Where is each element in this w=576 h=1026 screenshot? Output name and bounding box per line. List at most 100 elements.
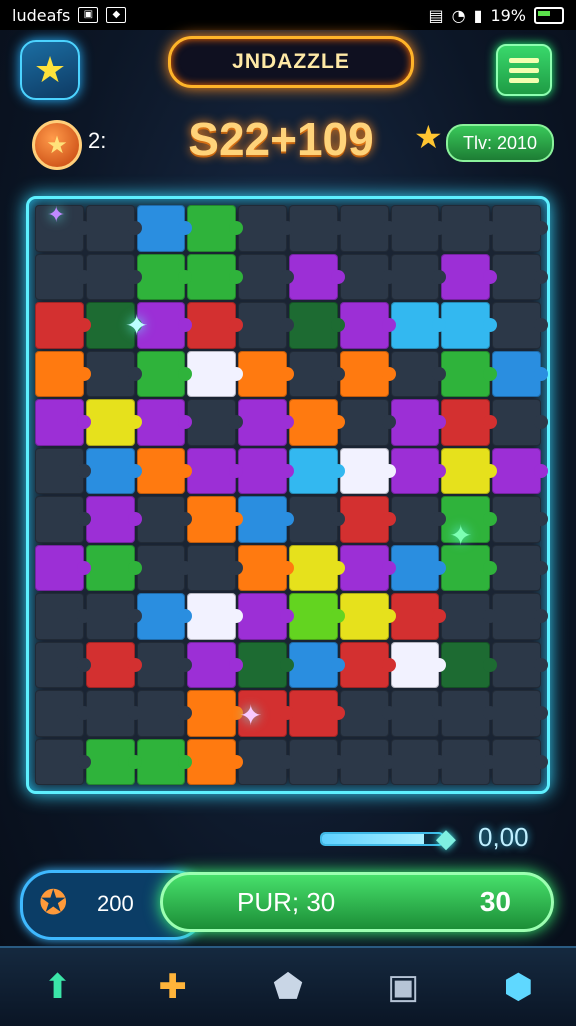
puzzle-piece[interactable] [187, 690, 243, 737]
puzzle-piece[interactable] [35, 350, 91, 397]
star-button[interactable]: ★ [20, 40, 80, 100]
puzzle-piece[interactable] [339, 641, 396, 688]
puzzle-piece[interactable] [136, 738, 193, 785]
puzzle-piece[interactable] [288, 399, 345, 446]
puzzle-piece[interactable] [187, 447, 243, 494]
puzzle-piece[interactable] [492, 641, 548, 688]
puzzle-piece[interactable] [238, 350, 294, 397]
puzzle-piece[interactable] [187, 544, 243, 591]
puzzle-piece[interactable] [390, 350, 447, 397]
puzzle-piece[interactable] [492, 350, 548, 397]
puzzle-piece[interactable] [85, 350, 142, 397]
puzzle-piece[interactable] [441, 205, 497, 252]
puzzle-piece[interactable] [339, 253, 396, 300]
puzzle-piece[interactable] [492, 690, 548, 737]
puzzle-piece[interactable] [85, 205, 142, 252]
puzzle-piece[interactable] [441, 253, 497, 300]
nav-puzzle[interactable]: ✚ [143, 957, 203, 1017]
puzzle-piece[interactable] [390, 205, 447, 252]
puzzle-piece[interactable] [288, 496, 345, 543]
puzzle-piece[interactable] [85, 544, 142, 591]
puzzle-piece[interactable] [288, 302, 345, 349]
puzzle-piece[interactable] [390, 544, 447, 591]
puzzle-piece[interactable] [35, 593, 91, 640]
puzzle-piece[interactable] [187, 399, 243, 446]
puzzle-piece[interactable] [238, 738, 294, 785]
puzzle-piece[interactable] [85, 253, 142, 300]
puzzle-piece[interactable] [187, 302, 243, 349]
puzzle-piece[interactable] [339, 302, 396, 349]
puzzle-piece[interactable] [238, 253, 294, 300]
puzzle-piece[interactable] [238, 205, 294, 252]
puzzle-piece[interactable] [492, 544, 548, 591]
puzzle-piece[interactable] [339, 350, 396, 397]
puzzle-piece[interactable] [441, 738, 497, 785]
puzzle-piece[interactable] [187, 738, 243, 785]
puzzle-piece[interactable] [339, 593, 396, 640]
nav-backpack[interactable]: ▣ [373, 957, 433, 1017]
puzzle-piece[interactable] [35, 738, 91, 785]
puzzle-piece[interactable] [136, 690, 193, 737]
puzzle-piece[interactable] [390, 641, 447, 688]
puzzle-piece[interactable] [238, 641, 294, 688]
puzzle-piece[interactable] [238, 399, 294, 446]
puzzle-piece[interactable] [441, 641, 497, 688]
puzzle-piece[interactable] [339, 690, 396, 737]
puzzle-piece[interactable] [187, 496, 243, 543]
puzzle-piece[interactable] [441, 447, 497, 494]
puzzle-piece[interactable] [390, 690, 447, 737]
puzzle-piece[interactable] [441, 399, 497, 446]
puzzle-piece[interactable] [136, 253, 193, 300]
menu-button[interactable] [496, 44, 552, 96]
puzzle-piece[interactable] [136, 350, 193, 397]
puzzle-piece[interactable] [187, 253, 243, 300]
puzzle-piece[interactable] [288, 593, 345, 640]
puzzle-piece[interactable] [339, 205, 396, 252]
puzzle-piece[interactable] [339, 738, 396, 785]
puzzle-piece[interactable] [35, 447, 91, 494]
nav-shield[interactable]: ⬟ [258, 957, 318, 1017]
puzzle-piece[interactable] [492, 496, 548, 543]
puzzle-piece[interactable] [390, 399, 447, 446]
puzzle-piece[interactable] [35, 253, 91, 300]
puzzle-piece[interactable] [238, 593, 294, 640]
puzzle-piece[interactable] [339, 399, 396, 446]
puzzle-piece[interactable] [85, 593, 142, 640]
puzzle-piece[interactable] [238, 302, 294, 349]
puzzle-piece[interactable] [187, 593, 243, 640]
nav-up[interactable]: ⬆ [28, 957, 88, 1017]
puzzle-piece[interactable] [238, 544, 294, 591]
puzzle-piece[interactable] [136, 205, 193, 252]
puzzle-piece[interactable] [390, 496, 447, 543]
puzzle-piece[interactable] [35, 496, 91, 543]
puzzle-piece[interactable] [187, 350, 243, 397]
puzzle-piece[interactable] [136, 593, 193, 640]
puzzle-piece[interactable] [492, 738, 548, 785]
puzzle-piece[interactable] [238, 496, 294, 543]
puzzle-piece[interactable] [492, 253, 548, 300]
puzzle-piece[interactable] [339, 544, 396, 591]
puzzle-piece[interactable] [85, 496, 142, 543]
puzzle-piece[interactable] [288, 641, 345, 688]
puzzle-piece[interactable] [35, 641, 91, 688]
puzzle-piece[interactable] [187, 641, 243, 688]
puzzle-piece[interactable] [492, 399, 548, 446]
puzzle-piece[interactable] [288, 205, 345, 252]
puzzle-piece[interactable] [441, 302, 497, 349]
puzzle-piece[interactable] [85, 641, 142, 688]
puzzle-piece[interactable] [35, 399, 91, 446]
puzzle-piece[interactable] [390, 253, 447, 300]
puzzle-piece[interactable] [492, 302, 548, 349]
puzzle-piece[interactable] [136, 447, 193, 494]
puzzle-piece[interactable] [390, 447, 447, 494]
puzzle-piece[interactable] [441, 350, 497, 397]
puzzle-piece[interactable] [238, 447, 294, 494]
puzzle-piece[interactable] [85, 447, 142, 494]
puzzle-piece[interactable] [85, 399, 142, 446]
puzzle-piece[interactable] [288, 690, 345, 737]
puzzle-piece[interactable] [35, 302, 91, 349]
puzzle-piece[interactable] [288, 350, 345, 397]
puzzle-piece[interactable] [390, 593, 447, 640]
puzzle-piece[interactable] [85, 690, 142, 737]
puzzle-piece[interactable] [288, 253, 345, 300]
